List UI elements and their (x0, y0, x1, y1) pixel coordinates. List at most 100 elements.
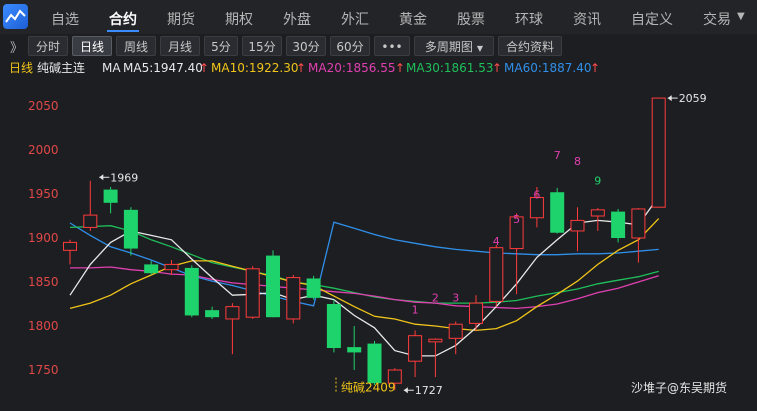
nav-item-contract[interactable]: 合约 (107, 9, 139, 32)
expand-chevron-icon[interactable]: 》 (10, 37, 23, 56)
candle (266, 250, 280, 318)
contract-info-button[interactable]: 合约资料 (498, 36, 562, 56)
ma60-up-arrow-icon: ↑ (590, 61, 601, 75)
candle-body (83, 214, 98, 228)
period-button-daily[interactable]: 日线 (72, 36, 112, 56)
candle (326, 299, 341, 353)
candle-body (651, 97, 666, 208)
y-axis-tick-label: 1900 (28, 231, 59, 245)
candle (550, 187, 565, 234)
candle-body (326, 304, 341, 348)
ma20-line (70, 266, 659, 310)
nav-item-watchlist[interactable]: 自选 (51, 9, 79, 29)
candle-body (123, 209, 138, 249)
candle (367, 340, 382, 385)
candle (205, 306, 220, 319)
candle (225, 303, 240, 355)
candle (469, 295, 483, 332)
candle (590, 208, 605, 231)
nav-item-options[interactable]: 期权 (225, 9, 253, 29)
candle-body (631, 208, 646, 239)
candle (103, 186, 118, 214)
candle-body (408, 335, 423, 362)
candle-body (225, 306, 240, 320)
legend-ma30: MA30:1861.53 (406, 61, 494, 75)
candle-body (489, 247, 504, 302)
candle-body (205, 310, 220, 318)
candle-body (469, 302, 483, 324)
multi-period-dropdown[interactable]: 多周期图 ▼ (414, 36, 494, 56)
more-periods-button[interactable]: ••• (374, 36, 410, 56)
candle-body (103, 189, 118, 203)
period-button-60min[interactable]: 60分 (330, 36, 370, 56)
candle (184, 265, 199, 318)
period-button-15min[interactable]: 15分 (242, 36, 282, 56)
candle (144, 260, 159, 275)
period-button-intraday[interactable]: 分时 (28, 36, 68, 56)
candle (63, 239, 77, 265)
period-button-5min[interactable]: 5分 (204, 36, 238, 56)
candle (631, 208, 646, 263)
ma20-up-arrow-icon: ↑ (395, 61, 406, 75)
candle-body (245, 268, 260, 318)
nav-item-trade[interactable]: 交易 (703, 9, 731, 29)
nav-item-custom[interactable]: 自定义 (631, 9, 673, 29)
price-annotation: 1727 (415, 384, 443, 397)
candle (83, 180, 98, 231)
annotation-arrow-icon (403, 387, 408, 394)
y-axis-tick-label: 1750 (28, 363, 59, 377)
candle (123, 207, 138, 256)
candle-body (448, 323, 463, 339)
sequence-count-label: 5 (513, 213, 520, 226)
kline-chart[interactable]: 1750 1800 1850 1900 1950 2000 2050 1969 2059 1727… (0, 78, 757, 411)
nav-item-stocks[interactable]: 股票 (457, 9, 485, 29)
candle-body (367, 343, 382, 384)
period-button-monthly[interactable]: 月线 (160, 36, 200, 56)
nav-item-gold[interactable]: 黄金 (399, 9, 427, 29)
legend-contract: 纯碱主连 (37, 61, 86, 75)
candle (651, 97, 666, 208)
period-button-weekly[interactable]: 周线 (116, 36, 156, 56)
candle (570, 207, 585, 252)
period-button-30min[interactable]: 30分 (286, 36, 326, 56)
candle (286, 274, 301, 324)
candle (347, 326, 362, 370)
app-logo-icon[interactable] (3, 4, 28, 29)
ma5-up-arrow-icon: ↑ (199, 61, 210, 75)
candle-body (164, 263, 179, 271)
annotation-arrow-icon (667, 95, 672, 102)
nav-item-global[interactable]: 环球 (515, 9, 543, 29)
legend-ma-label: MA (102, 61, 121, 75)
candle (448, 321, 463, 355)
price-annotation: 2059 (679, 92, 707, 105)
candle (408, 330, 423, 378)
y-axis-tick-label: 2050 (28, 99, 59, 113)
chevron-down-icon: ▼ (476, 44, 484, 53)
candle-body (590, 209, 605, 217)
candle-body (266, 255, 280, 318)
y-axis-tick-label: 1850 (28, 275, 59, 289)
candle-body (570, 219, 585, 232)
sequence-count-label: 2 (432, 291, 439, 304)
annotation-arrow-icon (99, 174, 104, 181)
nav-item-foreign-market[interactable]: 外盘 (283, 9, 311, 29)
period-toolbar: 》 分时 日线 周线 月线 5分 15分 30分 60分 ••• 多周期图 ▼ 合… (0, 34, 757, 58)
legend-ma20: MA20:1856.55 (308, 61, 396, 75)
legend-period: 日线 (9, 61, 34, 75)
candle-body (306, 278, 321, 298)
multi-period-label: 多周期图 (424, 40, 473, 54)
ma10-up-arrow-icon: ↑ (296, 61, 307, 75)
candle (428, 338, 443, 378)
trade-dropdown-icon[interactable]: ▼ (737, 11, 745, 22)
sequence-count-label: 8 (574, 155, 581, 168)
nav-item-forex[interactable]: 外汇 (341, 9, 369, 29)
candle (245, 266, 260, 319)
candle-body (63, 241, 77, 251)
nav-item-news[interactable]: 资讯 (573, 9, 601, 29)
ma5-line (69, 196, 660, 357)
contract-marker-label: 纯碱2409 (341, 381, 396, 395)
candle (611, 208, 626, 243)
candle-body (144, 264, 159, 274)
nav-item-futures[interactable]: 期货 (167, 9, 195, 29)
legend-ma60: MA60:1887.40 (504, 61, 592, 75)
